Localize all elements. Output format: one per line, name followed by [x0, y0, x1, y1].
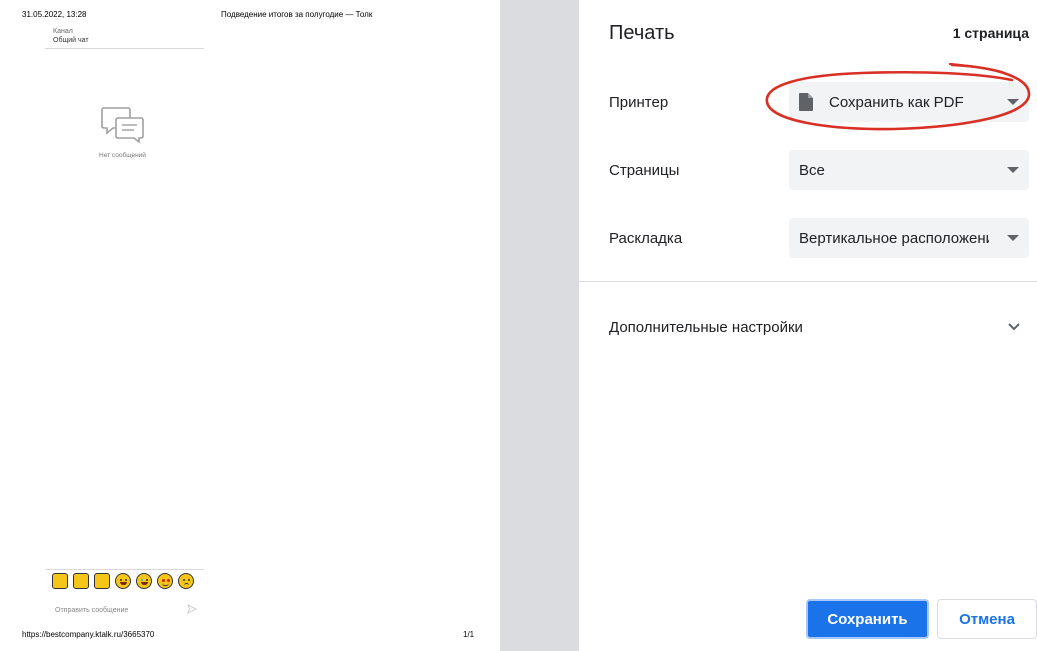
preview-reaction-bar [52, 573, 194, 591]
preview-message-placeholder: Отправить сообщение [55, 607, 129, 614]
pages-label: Страницы [609, 162, 680, 179]
dialog-title: Печать [609, 22, 675, 44]
printer-label: Принтер [609, 94, 669, 111]
preview-footer-page-number: 1/1 [463, 630, 475, 639]
layout-label: Раскладка [609, 230, 683, 247]
pages-select[interactable]: Все [789, 150, 1029, 190]
preview-divider-top [45, 48, 204, 49]
thumbs-up-icon [52, 573, 68, 589]
dropdown-arrow-icon [1007, 99, 1019, 105]
preview-gutter [500, 0, 579, 651]
preview-header-title: Подведение итогов за полугодие — Толк [221, 10, 373, 19]
more-settings-label: Дополнительные настройки [609, 319, 803, 336]
preview-header-date: 31.05.2022, 13:28 [22, 10, 87, 19]
clapping-hands-icon [94, 573, 110, 589]
laughing-face-icon [115, 573, 131, 589]
heart-eyes-face-icon [157, 573, 173, 589]
layout-value: Вертикальное расположение [799, 229, 989, 247]
dropdown-arrow-icon [1007, 167, 1019, 173]
layout-select[interactable]: Вертикальное расположение [789, 218, 1029, 258]
page-count: 1 страница [952, 25, 1029, 41]
preview-channel-name: Общий чат [53, 37, 89, 44]
crying-face-icon [136, 573, 152, 589]
print-dialog: Печать 1 страница Принтер Сохранить как … [579, 0, 1037, 651]
preview-channel-label: Канал [53, 28, 73, 35]
preview-footer-url: https://bestcompany.ktalk.ru/3665370 [22, 630, 155, 639]
print-preview-page: 31.05.2022, 13:28 Подведение итогов за п… [0, 0, 500, 651]
document-icon [799, 93, 813, 111]
chevron-down-icon [1008, 323, 1020, 331]
save-button[interactable]: Сохранить [806, 599, 929, 639]
cancel-button[interactable]: Отмена [937, 599, 1037, 639]
preview-empty-text: Нет сообщений [99, 152, 146, 159]
preview-divider-bottom [45, 569, 204, 570]
dialog-divider [579, 281, 1037, 282]
pages-value: Все [799, 161, 825, 179]
dropdown-arrow-icon [1007, 235, 1019, 241]
send-icon [187, 604, 197, 614]
more-settings-toggle[interactable]: Дополнительные настройки [579, 300, 1037, 354]
printer-value: Сохранить как PDF [829, 93, 964, 111]
chat-bubbles-icon [101, 107, 144, 144]
thumbs-down-icon [73, 573, 89, 589]
sad-face-icon [178, 573, 194, 589]
printer-select[interactable]: Сохранить как PDF [789, 82, 1029, 122]
